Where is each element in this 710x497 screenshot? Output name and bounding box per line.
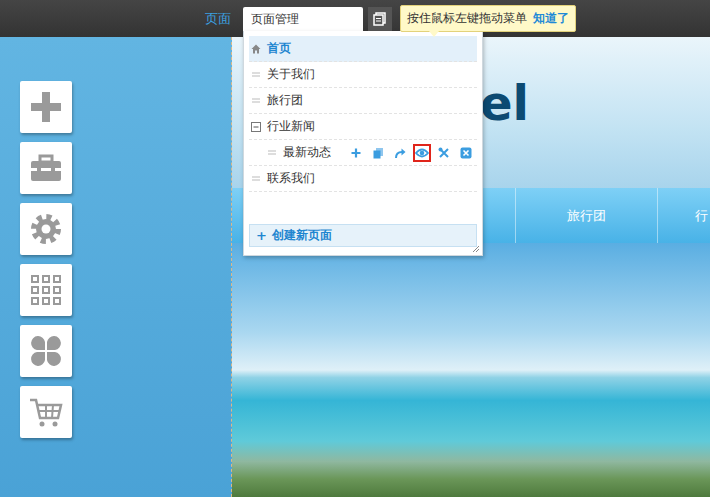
gear-icon xyxy=(28,211,64,247)
tools-icon xyxy=(438,147,450,159)
cart-icon xyxy=(28,394,64,430)
drag-handle-icon[interactable] xyxy=(267,148,277,158)
page-label: 关于我们 xyxy=(267,66,315,83)
action-button[interactable] xyxy=(457,144,475,162)
tip-dismiss[interactable]: 知道了 xyxy=(533,10,569,27)
tool-button[interactable] xyxy=(20,203,72,255)
tool-button[interactable] xyxy=(20,386,72,438)
create-page-button[interactable]: + 创建新页面 xyxy=(249,224,477,247)
tool-button[interactable] xyxy=(20,81,72,133)
action-button[interactable] xyxy=(369,144,387,162)
page-manager-menu: 首页关于我们旅行团行业新闻最新动态联系我们 + 创建新页面 xyxy=(243,31,483,256)
nav-item[interactable]: 行 xyxy=(658,188,710,243)
page-editor: 页面页面管理按住鼠标左键拖动菜单知道了el旅行团行首页关于我们旅行团行业新闻最新… xyxy=(0,0,710,497)
drag-handle-icon[interactable] xyxy=(251,70,261,80)
tip-text: 按住鼠标左键拖动菜单 xyxy=(407,10,527,27)
collapse-icon[interactable] xyxy=(251,122,261,132)
delete-icon xyxy=(460,147,472,159)
action-button[interactable] xyxy=(391,144,409,162)
tool-button[interactable] xyxy=(20,142,72,194)
grid-icon xyxy=(28,272,64,308)
page-item[interactable]: 关于我们 xyxy=(249,62,477,88)
plus-icon xyxy=(28,89,64,125)
page-list-button[interactable] xyxy=(368,7,392,31)
clover-icon xyxy=(28,333,64,369)
drag-handle-icon[interactable] xyxy=(251,174,261,184)
page-label: 行业新闻 xyxy=(267,118,315,135)
resize-grip-icon[interactable] xyxy=(472,245,480,253)
section-label[interactable]: 页面 xyxy=(205,10,231,28)
tool-button[interactable] xyxy=(20,325,72,377)
redirect-icon xyxy=(394,147,406,159)
page-actions xyxy=(347,144,477,162)
page-label: 联系我们 xyxy=(267,170,315,187)
copy-icon xyxy=(372,147,384,159)
eye-icon xyxy=(415,147,429,159)
create-label: 创建新页面 xyxy=(272,227,332,244)
tool-sidebar xyxy=(0,37,231,438)
page-item[interactable]: 首页 xyxy=(249,36,477,62)
nav-item[interactable]: 旅行团 xyxy=(516,188,658,243)
home-icon xyxy=(251,44,261,54)
tool-column xyxy=(0,37,232,497)
tool-button[interactable] xyxy=(20,264,72,316)
page-item[interactable]: 最新动态 xyxy=(249,140,477,166)
page-item[interactable]: 行业新闻 xyxy=(249,114,477,140)
drag-handle-icon[interactable] xyxy=(251,96,261,106)
tip-arrow xyxy=(429,31,439,37)
page-dropdown[interactable]: 页面管理 xyxy=(243,7,363,32)
document-icon xyxy=(373,12,387,26)
action-button[interactable] xyxy=(347,144,365,162)
page-label: 旅行团 xyxy=(267,92,303,109)
add-icon xyxy=(350,147,362,159)
page-item[interactable]: 联系我们 xyxy=(249,166,477,192)
create-plus: + xyxy=(256,228,267,243)
page-item[interactable]: 旅行团 xyxy=(249,88,477,114)
drag-tip: 按住鼠标左键拖动菜单知道了 xyxy=(400,5,576,32)
site-logo[interactable]: el xyxy=(480,75,529,131)
page-label: 最新动态 xyxy=(283,144,331,161)
banner-photo xyxy=(232,243,710,497)
toolbox-icon xyxy=(28,150,64,186)
action-button[interactable] xyxy=(435,144,453,162)
action-button[interactable] xyxy=(413,144,431,162)
page-label: 首页 xyxy=(267,40,291,57)
